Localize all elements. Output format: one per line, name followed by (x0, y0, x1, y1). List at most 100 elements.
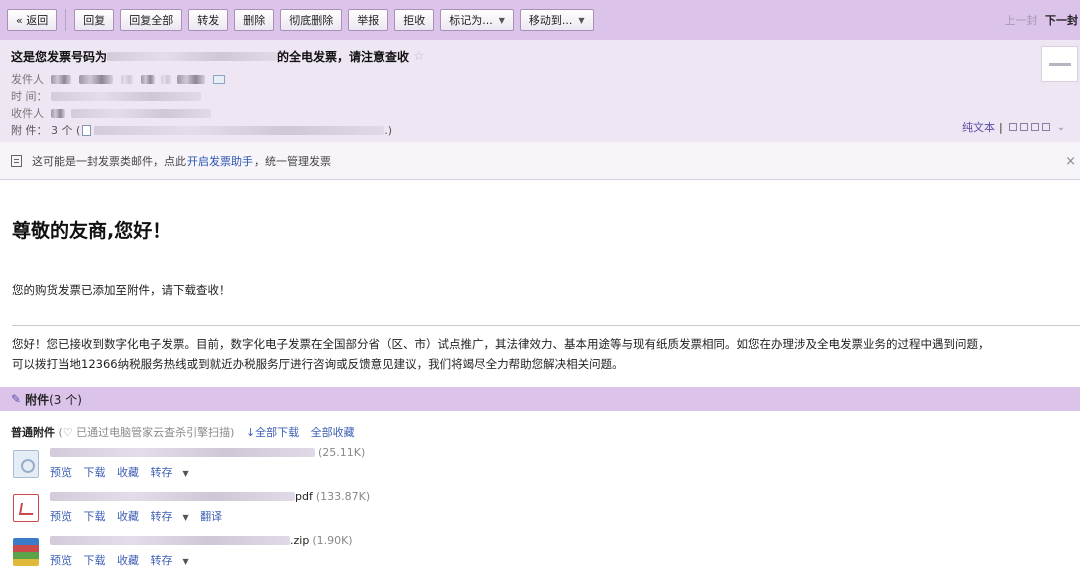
save-to-label: 转存 (150, 466, 173, 479)
normal-attachments-header: 普通附件 (♡ 已通过电脑管家云查杀引擎扫描) ↓全部下载 全部收藏 (11, 424, 355, 440)
back-button[interactable]: « 返回 (7, 9, 58, 31)
move-to-label: 移动到... (528, 14, 573, 27)
preview-link[interactable]: 预览 (50, 466, 72, 479)
download-link[interactable]: 下载 (84, 466, 106, 479)
save-to-label: 转存 (150, 554, 173, 567)
close-icon[interactable]: × (1065, 154, 1076, 169)
save-to-link[interactable]: 转存 ▼ (151, 554, 189, 567)
save-to-link[interactable]: 转存 ▼ (151, 510, 189, 523)
attach-close: .) (384, 123, 393, 137)
attachments-count: (3 个) (49, 392, 82, 407)
attachment-actions: 预览 下载 收藏 转存 ▼ (50, 464, 197, 480)
view-options: 纯文本 | ⌄ (962, 119, 1065, 135)
separator: | (999, 120, 1003, 134)
mark-as-dropdown[interactable]: 标记为... ▼ (440, 9, 514, 31)
mail-pager: 上一封 下一封 (1005, 12, 1079, 28)
delete-button[interactable]: 删除 (234, 9, 275, 31)
toolbar-separator (65, 9, 67, 31)
file-size: (25.11K) (318, 446, 366, 459)
enable-invoice-assistant-link[interactable]: 开启发票助手 (187, 153, 253, 169)
redacted-sender (51, 74, 71, 84)
mail-toolbar: « 返回 回复 回复全部 转发 删除 彻底删除 举报 拒收 标记为... ▼ 移… (0, 0, 1080, 40)
attachment-name[interactable]: (25.11K) (50, 446, 365, 459)
time-row: 时 间： (11, 88, 201, 104)
star-icon[interactable]: ☆ (413, 49, 425, 64)
attachment-name[interactable]: pdf (133.87K) (50, 490, 370, 503)
popout-icon[interactable] (1008, 123, 1017, 131)
preview-link[interactable]: 预览 (50, 510, 72, 523)
attach-count: 3 个 ( (51, 124, 81, 137)
attachment-actions: 预览 下载 收藏 转存 ▼ (50, 552, 197, 568)
reject-button[interactable]: 拒收 (394, 9, 435, 31)
chevron-down-icon: ▼ (578, 15, 585, 25)
more-icon[interactable] (1041, 123, 1050, 131)
chevron-down-icon: ▼ (182, 557, 189, 566)
invoice-notice-bar: 这可能是一封发票类邮件，点此 开启发票助手 ，统一管理发票 × (0, 142, 1080, 180)
body-line: 您的购货发票已添加至附件，请下载查收！ (12, 283, 231, 297)
archive-icon[interactable] (13, 538, 39, 566)
redacted-sender (141, 74, 155, 84)
favorite-link[interactable]: 收藏 (117, 466, 139, 479)
redacted-filename (50, 536, 290, 545)
redacted-time (51, 91, 201, 101)
paperclip-icon: ✎ (11, 392, 22, 406)
attachment-item: .zip (1.90K) 预览 下载 收藏 转存 ▼ (13, 534, 613, 568)
contact-card-icon[interactable] (213, 74, 225, 84)
subject-suffix: 的全电发票，请注意查收 (277, 50, 410, 64)
document-icon[interactable] (13, 450, 39, 478)
file-size: (1.90K) (312, 534, 353, 547)
reply-button[interactable]: 回复 (74, 9, 115, 31)
from-label: 发件人 (11, 73, 44, 86)
favorite-link[interactable]: 收藏 (117, 510, 139, 523)
save-icon[interactable] (1030, 123, 1039, 131)
favorite-all-link[interactable]: 全部收藏 (311, 426, 355, 439)
reply-all-button[interactable]: 回复全部 (120, 9, 183, 31)
redacted-filename (50, 492, 295, 501)
attachments-title: 附件 (25, 392, 50, 407)
mail-subject: 这是您发票号码为 的全电发票，请注意查收 ☆ (11, 48, 425, 65)
redacted-sender (121, 74, 133, 84)
attachments-bar: ✎ 附件 (3 个) (0, 387, 1080, 411)
chevron-down-icon[interactable]: ⌄ (1057, 122, 1065, 133)
plain-text-link[interactable]: 纯文本 (962, 119, 995, 135)
preview-link[interactable]: 预览 (50, 554, 72, 567)
download-link[interactable]: 下载 (84, 510, 106, 523)
attach-label: 附 件： (11, 124, 48, 137)
forward-button[interactable]: 转发 (188, 9, 229, 31)
to-row: 收件人 (11, 105, 211, 121)
chevron-down-icon: ▼ (182, 513, 189, 522)
file-icon (82, 124, 92, 136)
save-to-label: 转存 (150, 510, 173, 523)
redacted-attachment-names[interactable] (94, 125, 385, 135)
file-extension: .zip (290, 534, 310, 547)
next-mail-link[interactable]: 下一封 (1045, 14, 1078, 27)
notice-text-before: 这可能是一封发票类邮件，点此 (32, 154, 186, 168)
attachment-name[interactable]: .zip (1.90K) (50, 534, 353, 547)
report-button[interactable]: 举报 (348, 9, 389, 31)
redacted-filename (50, 448, 315, 457)
translate-link[interactable]: 翻译 (200, 510, 222, 523)
scan-status: (♡ 已通过电脑管家云查杀引擎扫描) (58, 426, 235, 439)
body-paragraph: 您好！您已接收到数字化电子发票。目前，数字化电子发票在全国部分省（区、市）试点推… (12, 334, 1080, 374)
download-link[interactable]: 下载 (84, 554, 106, 567)
paragraph-line: 可以拨打当地12366纳税服务热线或到就近办税服务厅进行咨询或反馈意见建议，我们… (12, 357, 624, 371)
mail-header: 这是您发票号码为 的全电发票，请注意查收 ☆ 发件人 时 间： 收件人 附 件：… (0, 40, 1080, 142)
download-all-link[interactable]: ↓全部下载 (246, 426, 299, 439)
delete-forever-button[interactable]: 彻底删除 (280, 9, 343, 31)
normal-attachments-title: 普通附件 (11, 426, 55, 439)
move-to-dropdown[interactable]: 移动到... ▼ (519, 9, 594, 31)
chevron-down-icon: ▼ (182, 469, 189, 478)
greeting-heading: 尊敬的友商,您好！ (12, 220, 172, 242)
from-row: 发件人 (11, 71, 225, 87)
attachment-item: pdf (133.87K) 预览 下载 收藏 转存 ▼ 翻译 (13, 490, 613, 526)
redacted-sender (177, 74, 205, 84)
pdf-icon[interactable] (13, 494, 39, 522)
sender-avatar[interactable] (1041, 46, 1078, 82)
favorite-link[interactable]: 收藏 (117, 554, 139, 567)
redacted-sender (161, 74, 171, 84)
invoice-icon (11, 154, 22, 167)
print-icon[interactable] (1019, 123, 1028, 131)
save-to-link[interactable]: 转存 ▼ (151, 466, 189, 479)
prev-mail-link[interactable]: 上一封 (1005, 14, 1038, 27)
to-label: 收件人 (11, 107, 44, 120)
